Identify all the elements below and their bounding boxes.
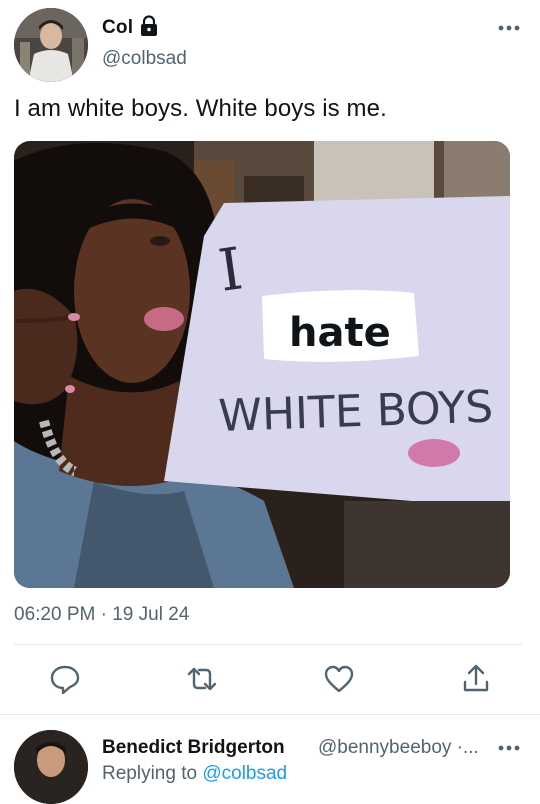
avatar[interactable]: [14, 8, 88, 82]
handle[interactable]: @colbsad: [102, 48, 187, 70]
reply-handle[interactable]: @bennybeeboy ·...: [318, 737, 479, 759]
replying-to-label: Replying to: [102, 763, 198, 784]
reply-avatar-photo: [14, 730, 88, 804]
tweet-text: I am white boys. White boys is me.: [14, 95, 387, 122]
lock-icon: [141, 15, 157, 36]
tweet: Col @colbsad I am white boys. White boys…: [0, 0, 540, 715]
replying-to: Replying to @colbsad: [102, 763, 287, 785]
avatar-photo: [14, 8, 88, 82]
share-icon[interactable]: [459, 662, 493, 696]
reply-more-options-icon[interactable]: [496, 742, 522, 754]
reply-avatar[interactable]: [14, 730, 88, 804]
reply-display-name[interactable]: Benedict Bridgerton: [102, 737, 285, 759]
media-image: I hate WHITE BOYS: [14, 141, 510, 588]
replying-to-link[interactable]: @colbsad: [202, 763, 287, 784]
sign-sticker-hate: hate: [289, 310, 391, 356]
tweet-media[interactable]: I hate WHITE BOYS: [14, 141, 510, 588]
divider: [0, 714, 540, 715]
reply-icon[interactable]: [48, 662, 82, 696]
retweet-icon[interactable]: [185, 662, 219, 696]
heart-icon[interactable]: [322, 662, 356, 696]
display-name[interactable]: Col: [102, 17, 133, 39]
divider: [14, 644, 522, 645]
sign-text-white-boys: WHITE BOYS: [218, 381, 494, 442]
timestamp[interactable]: 06:20 PM · 19 Jul 24: [14, 604, 189, 626]
more-options-icon[interactable]: [496, 22, 522, 34]
